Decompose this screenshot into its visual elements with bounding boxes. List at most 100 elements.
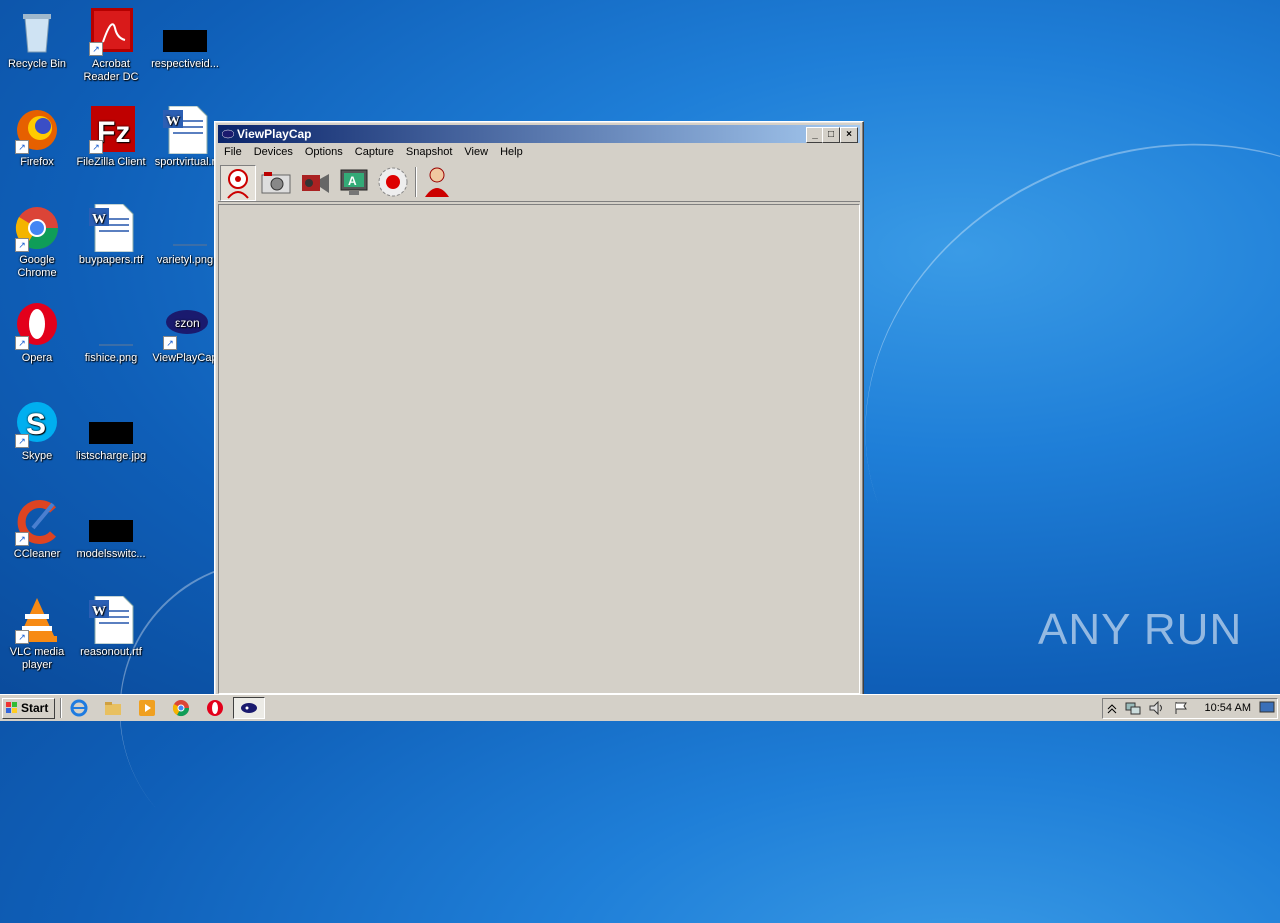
viewplaycap-taskbar-icon (241, 703, 257, 713)
menu-help[interactable]: Help (494, 144, 529, 160)
desktop-icon-label: Opera (21, 352, 53, 364)
desktop-icon-label: varietyl.png (156, 254, 214, 266)
menu-file[interactable]: File (218, 144, 248, 160)
shortcut-arrow-icon: ↗ (15, 238, 29, 252)
app-icon (222, 129, 234, 139)
shortcut-arrow-icon: ↗ (163, 336, 177, 350)
menu-capture[interactable]: Capture (349, 144, 400, 160)
desktop-icon-fishice[interactable]: fishice.png (74, 302, 148, 365)
taskbar-viewplaycap[interactable] (233, 697, 265, 719)
desktop-icon-label: fishice.png (84, 352, 138, 364)
desktop-icon-label: Skype (21, 450, 53, 462)
desktop-icon-reasonout[interactable]: W reasonout.rtf (74, 595, 148, 659)
desktop-icon-label: sportvirtual.r (154, 156, 216, 168)
shortcut-arrow-icon: ↗ (15, 532, 29, 546)
desktop-icon-viewplaycap[interactable]: εzon ↗ ViewPlayCap (148, 302, 222, 365)
video-area[interactable] (218, 204, 860, 694)
taskbar: Start 10:54 AM (0, 694, 1280, 721)
desktop-icon-label: VLC media player (9, 646, 65, 671)
word-doc-icon: W (89, 595, 134, 645)
camera-icon (261, 172, 291, 194)
shortcut-arrow-icon: ↗ (89, 42, 103, 56)
volume-icon[interactable] (1149, 701, 1165, 715)
desktop-icon-recycle-bin[interactable]: Recycle Bin (0, 8, 74, 71)
desktop-icon-label: ViewPlayCap (152, 352, 218, 364)
internet-explorer-icon[interactable] (70, 699, 88, 717)
file-explorer-icon[interactable] (104, 699, 122, 717)
menu-devices[interactable]: Devices (248, 144, 299, 160)
user-icon (425, 167, 449, 197)
windows-logo-icon (6, 702, 17, 713)
desktop-icon-sportvirtual[interactable]: W sportvirtual.r (148, 105, 222, 169)
desktop-icon-label: Recycle Bin (7, 58, 67, 70)
title-bar[interactable]: ViewPlayCap _ □ × (218, 125, 860, 143)
snapshot-button[interactable] (259, 165, 293, 199)
image-file-icon (173, 244, 207, 246)
action-center-flag-icon[interactable] (1173, 701, 1189, 715)
desktop-icon-label: reasonout.rtf (80, 646, 142, 658)
maximize-button[interactable]: □ (822, 127, 840, 143)
close-button[interactable]: × (840, 127, 858, 143)
image-file-icon (99, 344, 133, 346)
chrome-taskbar-icon[interactable] (172, 699, 190, 717)
image-file-icon (163, 30, 207, 52)
toolbar: A (218, 163, 860, 202)
capture-button[interactable] (298, 165, 332, 199)
svg-text:W: W (166, 114, 180, 129)
desktop-icon-label: modelsswitc... (76, 548, 146, 560)
recycle-bin-icon (23, 14, 51, 53)
show-hidden-icons-icon[interactable] (1107, 702, 1117, 714)
taskbar-separator (60, 698, 62, 718)
desktop-icon-filezilla[interactable]: Fz ↗ FileZilla Client (74, 106, 148, 169)
desktop-icon-listscharge[interactable]: listscharge.jpg (74, 400, 148, 463)
desktop-icon-buypapers[interactable]: W buypapers.rtf (74, 203, 148, 267)
desktop-icon-opera[interactable]: ↗ Opera (0, 302, 74, 365)
desktop-icon-label: buypapers.rtf (78, 254, 144, 266)
window-title: ViewPlayCap (237, 127, 312, 141)
record-button[interactable] (376, 165, 410, 199)
display-button[interactable]: A (337, 165, 371, 199)
desktop-icon-varietyl[interactable]: varietyl.png (148, 204, 222, 267)
menu-bar: File Devices Options Capture Snapshot View Hel… (218, 144, 860, 162)
word-doc-icon: W (89, 203, 134, 253)
camcorder-icon (302, 174, 329, 193)
menu-options[interactable]: Options (299, 144, 349, 160)
viewplaycap-window[interactable]: ViewPlayCap _ □ × File Devices Options Capt… (214, 121, 864, 698)
opera-taskbar-icon[interactable] (206, 699, 224, 717)
desktop-icon-vlc[interactable]: ↗ VLC media player (0, 596, 74, 672)
svg-text:W: W (92, 212, 106, 227)
desktop-icon-label: respectiveid... (151, 58, 219, 70)
svg-text:W: W (92, 604, 106, 619)
system-tray: 10:54 AM (1102, 698, 1278, 719)
desktop-icon-label: Acrobat Reader DC (83, 58, 139, 83)
shortcut-arrow-icon: ↗ (15, 336, 29, 350)
svg-text:S: S (26, 408, 46, 441)
svg-text:εzon: εzon (175, 316, 200, 330)
desktop-icon-chrome[interactable]: ↗ Google Chrome (0, 204, 74, 280)
network-icon[interactable] (1125, 701, 1141, 715)
shortcut-arrow-icon: ↗ (15, 630, 29, 644)
user-button[interactable] (420, 165, 454, 199)
start-label: Start (21, 701, 49, 715)
media-player-icon[interactable] (138, 699, 156, 717)
desktop-icon-firefox[interactable]: ↗ Firefox (0, 106, 74, 169)
svg-text:A: A (348, 174, 357, 188)
toolbar-separator (415, 167, 417, 197)
desktop-icon-acrobat[interactable]: ↗ Acrobat Reader DC (74, 8, 148, 84)
menu-view[interactable]: View (458, 144, 494, 160)
show-desktop-button[interactable] (1259, 700, 1275, 715)
desktop-icon-label: FileZilla Client (76, 156, 146, 168)
menu-snapshot[interactable]: Snapshot (400, 144, 458, 160)
start-button[interactable]: Start (2, 698, 55, 719)
clock[interactable]: 10:54 AM (1205, 702, 1251, 714)
anyrun-watermark: ANY RUN (1038, 605, 1243, 654)
desktop-icon-label: Firefox (20, 156, 54, 168)
desktop-icon-ccleaner[interactable]: ↗ CCleaner (0, 498, 74, 561)
shortcut-arrow-icon: ↗ (89, 140, 103, 154)
word-doc-icon: W (163, 105, 208, 155)
desktop-icon-modelsswitc[interactable]: modelsswitc... (74, 498, 148, 561)
desktop-icon-skype[interactable]: S ↗ Skype (0, 400, 74, 463)
webcam-button[interactable] (220, 165, 256, 201)
desktop-icon-respectiveid[interactable]: respectiveid... (148, 8, 222, 71)
desktop-icon-label: listscharge.jpg (75, 450, 147, 462)
